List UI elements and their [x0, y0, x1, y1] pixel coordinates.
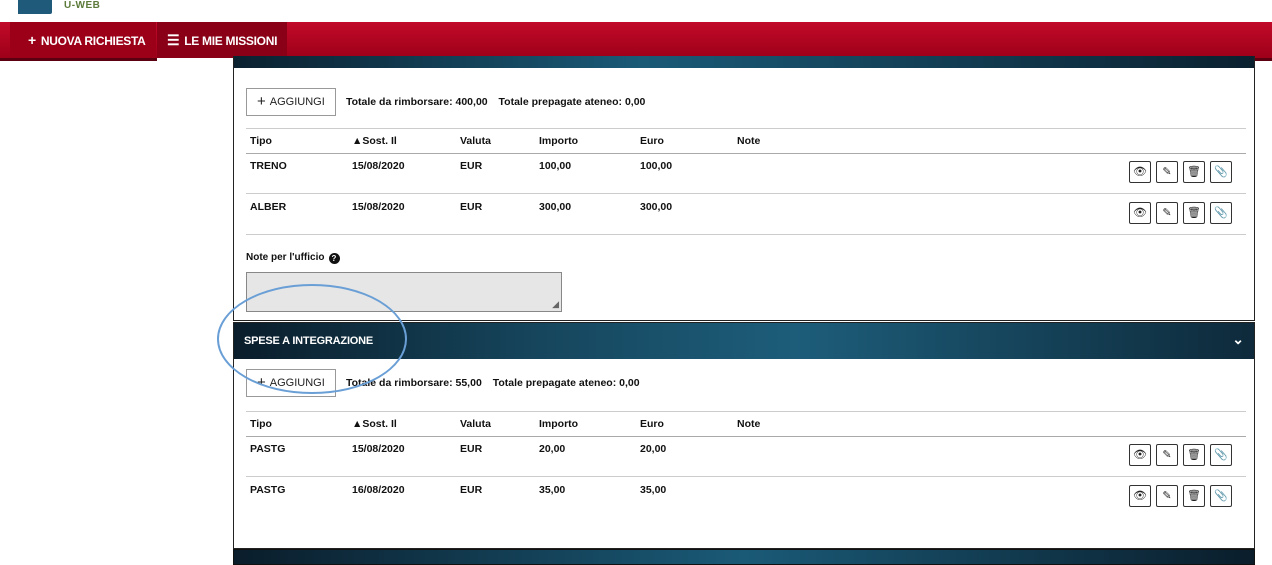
view-icon[interactable]: 👁	[1129, 202, 1151, 224]
cell-tipo: PASTG	[250, 443, 286, 455]
delete-icon[interactable]: 🗑	[1183, 202, 1205, 224]
totals: Totale da rimborsare: 400,00 Totale prep…	[346, 96, 653, 108]
attach-icon[interactable]: 📎	[1210, 485, 1232, 507]
attach-icon[interactable]: 📎	[1210, 444, 1232, 466]
nav-new-request[interactable]: + NUOVA RICHIESTA	[10, 22, 156, 58]
list-icon: ☰	[167, 32, 180, 48]
col-tipo[interactable]: Tipo	[250, 135, 272, 147]
col-euro[interactable]: Euro	[640, 418, 664, 430]
cell-sost: 15/08/2020	[352, 160, 405, 172]
cell-euro: 100,00	[640, 160, 673, 172]
edit-icon[interactable]: ✎	[1156, 202, 1178, 224]
expenses-panel: + AGGIUNGI Totale da rimborsare: 400,00 T…	[233, 56, 1255, 321]
table-header: Tipo ▲Sost. Il Valuta Importo Euro Note	[246, 128, 1246, 154]
totals: Totale da rimborsare: 55,00 Totale prepa…	[346, 377, 648, 389]
plus-icon: +	[28, 32, 36, 48]
next-panel-header[interactable]	[233, 549, 1255, 565]
nav-my-missions[interactable]: ☰ LE MIE MISSIONI	[157, 22, 288, 58]
chevron-down-icon[interactable]: ⌄	[1232, 331, 1244, 348]
table-header: Tipo ▲Sost. Il Valuta Importo Euro Note	[246, 411, 1246, 437]
total-prepaid: Totale prepagate ateneo: 0,00	[498, 96, 646, 108]
table-row: ALBER 15/08/2020 EUR 300,00 300,00 👁 ✎ 🗑 📎	[246, 194, 1246, 235]
attach-icon[interactable]: 📎	[1210, 202, 1232, 224]
table-row: PASTG 15/08/2020 EUR 20,00 20,00 👁 ✎ 🗑 📎	[246, 436, 1246, 477]
col-euro[interactable]: Euro	[640, 135, 664, 147]
edit-icon[interactable]: ✎	[1156, 161, 1178, 183]
cell-importo: 20,00	[539, 443, 566, 455]
logo-mark	[18, 0, 52, 14]
col-tipo[interactable]: Tipo	[250, 418, 272, 430]
view-icon[interactable]: 👁	[1129, 161, 1151, 183]
logo: U-WEB	[64, 0, 101, 11]
row-actions: 👁 ✎ 🗑 📎	[1124, 202, 1232, 224]
delete-icon[interactable]: 🗑	[1183, 485, 1205, 507]
cell-euro: 20,00	[640, 443, 667, 455]
notes-label: Note per l'ufficio?	[246, 252, 340, 264]
col-sost[interactable]: ▲Sost. Il	[352, 135, 397, 147]
plus-icon: +	[257, 93, 266, 110]
row-actions: 👁 ✎ 🗑 📎	[1124, 161, 1232, 183]
cell-valuta: EUR	[460, 160, 483, 172]
total-refund: Totale da rimborsare: 400,00	[346, 96, 488, 108]
edit-icon[interactable]: ✎	[1156, 444, 1178, 466]
help-icon[interactable]: ?	[328, 253, 340, 264]
cell-tipo: ALBER	[250, 201, 287, 213]
cell-sost: 15/08/2020	[352, 201, 405, 213]
cell-sost: 16/08/2020	[352, 484, 405, 496]
col-valuta[interactable]: Valuta	[460, 135, 491, 147]
cell-sost: 15/08/2020	[352, 443, 405, 455]
col-note[interactable]: Note	[737, 135, 760, 147]
col-importo[interactable]: Importo	[539, 418, 578, 430]
delete-icon[interactable]: 🗑	[1183, 161, 1205, 183]
cell-tipo: TRENO	[250, 160, 287, 172]
cell-euro: 300,00	[640, 201, 673, 213]
cell-euro: 35,00	[640, 484, 667, 496]
cell-importo: 35,00	[539, 484, 566, 496]
cell-tipo: PASTG	[250, 484, 286, 496]
edit-icon[interactable]: ✎	[1156, 485, 1178, 507]
panel-header-band	[234, 56, 1254, 68]
add-button[interactable]: + AGGIUNGI	[246, 88, 336, 116]
attach-icon[interactable]: 📎	[1210, 161, 1232, 183]
col-importo[interactable]: Importo	[539, 135, 578, 147]
col-sost[interactable]: ▲Sost. Il	[352, 418, 397, 430]
cell-importo: 100,00	[539, 160, 572, 172]
view-icon[interactable]: 👁	[1129, 485, 1151, 507]
row-actions: 👁 ✎ 🗑 📎	[1124, 444, 1232, 466]
cell-valuta: EUR	[460, 484, 483, 496]
col-note[interactable]: Note	[737, 418, 760, 430]
view-icon[interactable]: 👁	[1129, 444, 1151, 466]
top-strip: U-WEB	[0, 0, 1272, 20]
delete-icon[interactable]: 🗑	[1183, 444, 1205, 466]
cell-valuta: EUR	[460, 201, 483, 213]
cell-importo: 300,00	[539, 201, 572, 213]
cell-valuta: EUR	[460, 443, 483, 455]
table-row: TRENO 15/08/2020 EUR 100,00 100,00 👁 ✎ 🗑 📎	[246, 153, 1246, 194]
row-actions: 👁 ✎ 🗑 📎	[1124, 485, 1232, 507]
table-row: PASTG 16/08/2020 EUR 35,00 35,00 👁 ✎ 🗑 📎	[246, 477, 1246, 517]
highlight-annotation	[217, 284, 407, 394]
resize-grip-icon[interactable]: ◢	[552, 299, 559, 310]
total-prepaid: Totale prepagate ateneo: 0,00	[492, 377, 640, 389]
col-valuta[interactable]: Valuta	[460, 418, 491, 430]
